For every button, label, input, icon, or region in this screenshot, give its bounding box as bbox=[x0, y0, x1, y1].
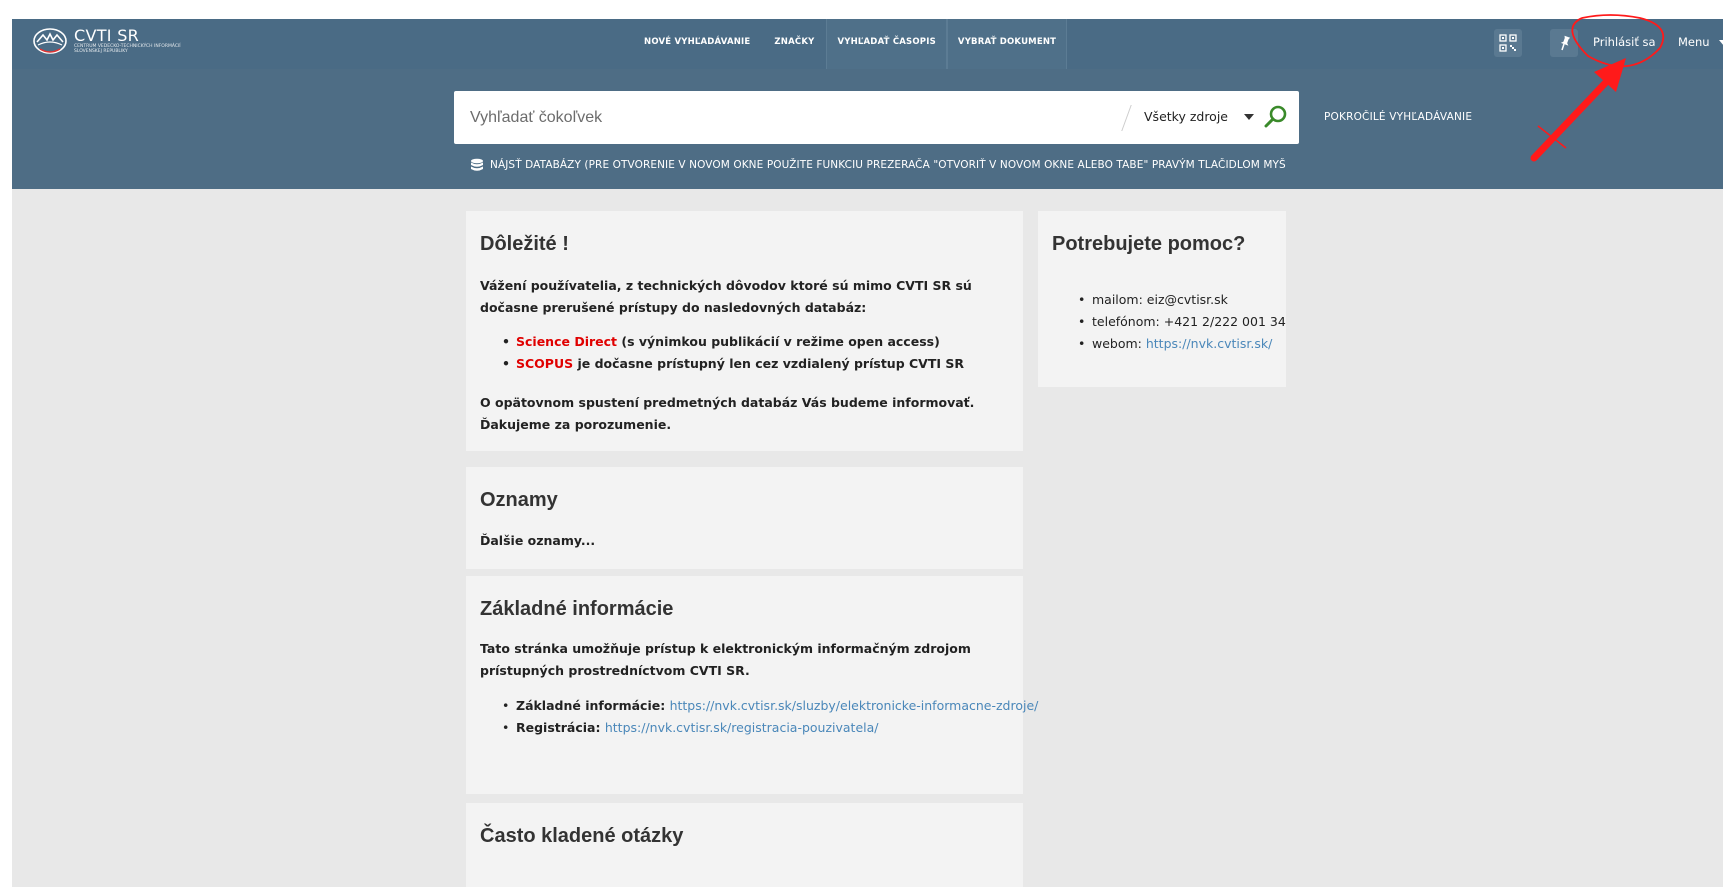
faq-title: Často kladené otázky bbox=[480, 825, 684, 847]
pin-icon bbox=[1560, 35, 1571, 51]
list-item: Základné informácie: https://nvk.cvtisr.… bbox=[502, 695, 1042, 717]
help-title: Potrebujete pomoc? bbox=[1052, 233, 1246, 255]
basic-info-list: Základné informácie: https://nvk.cvtisr.… bbox=[502, 695, 1042, 739]
faq-card: Často kladené otázky bbox=[466, 803, 1023, 887]
basic-info-intro: Tato stránka umožňuje prístup k elektron… bbox=[480, 641, 971, 678]
help-card: Potrebujete pomoc? mailom: eiz@cvtisr.sk… bbox=[1038, 211, 1286, 387]
nav-new-search[interactable]: NOVÉ VYHĽADÁVANIE bbox=[632, 19, 762, 69]
login-link[interactable]: Prihlásiť sa bbox=[1593, 19, 1656, 69]
chevron-down-icon bbox=[1719, 39, 1723, 46]
help-list: mailom: eiz@cvtisr.sk telefónom: +421 2/… bbox=[1078, 289, 1286, 355]
list-item: mailom: eiz@cvtisr.sk bbox=[1078, 289, 1286, 311]
brand-name: CVTI SR bbox=[74, 26, 140, 45]
nav-select-document[interactable]: VYBRAŤ DOKUMENT bbox=[946, 19, 1068, 69]
source-select-label: Všetky zdroje bbox=[1144, 109, 1228, 124]
important-title: Dôležité ! bbox=[480, 233, 569, 255]
menu-label: Menu bbox=[1678, 35, 1710, 49]
basic-info-card: Základné informácie Tato stránka umožňuj… bbox=[466, 576, 1038, 794]
important-list: Science Direct (s výnimkou publikácií v … bbox=[502, 331, 1042, 375]
list-item: Science Direct (s výnimkou publikácií v … bbox=[502, 331, 1042, 353]
search-icon[interactable] bbox=[1262, 103, 1290, 131]
important-intro: Vážení používatelia, z technických dôvod… bbox=[480, 278, 972, 315]
main-content: Dôležité ! Vážení používatelia, z techni… bbox=[12, 189, 1723, 887]
divider bbox=[1121, 105, 1132, 131]
list-item: Registrácia: https://nvk.cvtisr.sk/regis… bbox=[502, 717, 1042, 739]
menu-dropdown[interactable]: Menu bbox=[1678, 19, 1723, 69]
search-input[interactable] bbox=[470, 105, 1050, 131]
basic-info-link[interactable]: https://nvk.cvtisr.sk/sluzby/elektronick… bbox=[670, 698, 1039, 713]
database-icon bbox=[471, 158, 483, 171]
caret-down-icon bbox=[1244, 113, 1254, 120]
list-item: telefónom: +421 2/222 001 34 bbox=[1078, 311, 1286, 333]
top-navbar: CVTI SR Centrum vedecko-technických info… bbox=[12, 19, 1723, 69]
find-databases-label: NÁJSŤ DATABÁZY (PRE OTVORENIE V NOVOM OK… bbox=[490, 159, 1286, 171]
find-databases-link[interactable]: NÁJSŤ DATABÁZY (PRE OTVORENIE V NOVOM OK… bbox=[470, 158, 1286, 172]
list-item: SCOPUS je dočasne prístupný len cez vzdi… bbox=[502, 353, 1042, 375]
nav-find-journal[interactable]: VYHĽADAŤ ČASOPIS bbox=[826, 19, 947, 69]
important-card: Dôležité ! Vážení používatelia, z techni… bbox=[466, 211, 1023, 451]
search-band: Všetky zdroje POKROČILÉ VYHĽADÁVANIE NÁJ… bbox=[12, 69, 1723, 189]
registration-link[interactable]: https://nvk.cvtisr.sk/registracia-pouziv… bbox=[605, 720, 879, 735]
list-item: webom: https://nvk.cvtisr.sk/ bbox=[1078, 333, 1286, 355]
help-web-link[interactable]: https://nvk.cvtisr.sk/ bbox=[1146, 336, 1272, 351]
cvti-logo-icon bbox=[33, 28, 67, 54]
brand[interactable]: CVTI SR Centrum vedecko-technických info… bbox=[32, 27, 194, 55]
qr-code-icon bbox=[1499, 34, 1517, 52]
basic-info-title: Základné informácie bbox=[480, 598, 674, 620]
news-title: Oznamy bbox=[480, 489, 558, 511]
brand-subtitle: Centrum vedecko-technických informácií S… bbox=[74, 44, 181, 54]
news-card: Oznamy Ďalšie oznamy... bbox=[466, 467, 1023, 569]
more-news-link[interactable]: Ďalšie oznamy... bbox=[480, 530, 595, 552]
nav-tags[interactable]: ZNAČKY bbox=[762, 19, 826, 69]
advanced-search-link[interactable]: POKROČILÉ VYHĽADÁVANIE bbox=[1324, 111, 1472, 123]
pin-button[interactable] bbox=[1550, 29, 1578, 57]
main-nav: NOVÉ VYHĽADÁVANIE ZNAČKY VYHĽADAŤ ČASOPI… bbox=[632, 19, 1068, 69]
qr-code-button[interactable] bbox=[1494, 29, 1522, 57]
search-box: Všetky zdroje bbox=[454, 91, 1299, 144]
source-select[interactable]: Všetky zdroje bbox=[1144, 109, 1254, 124]
important-outro: O opätovnom spustení predmetných databáz… bbox=[480, 395, 975, 432]
